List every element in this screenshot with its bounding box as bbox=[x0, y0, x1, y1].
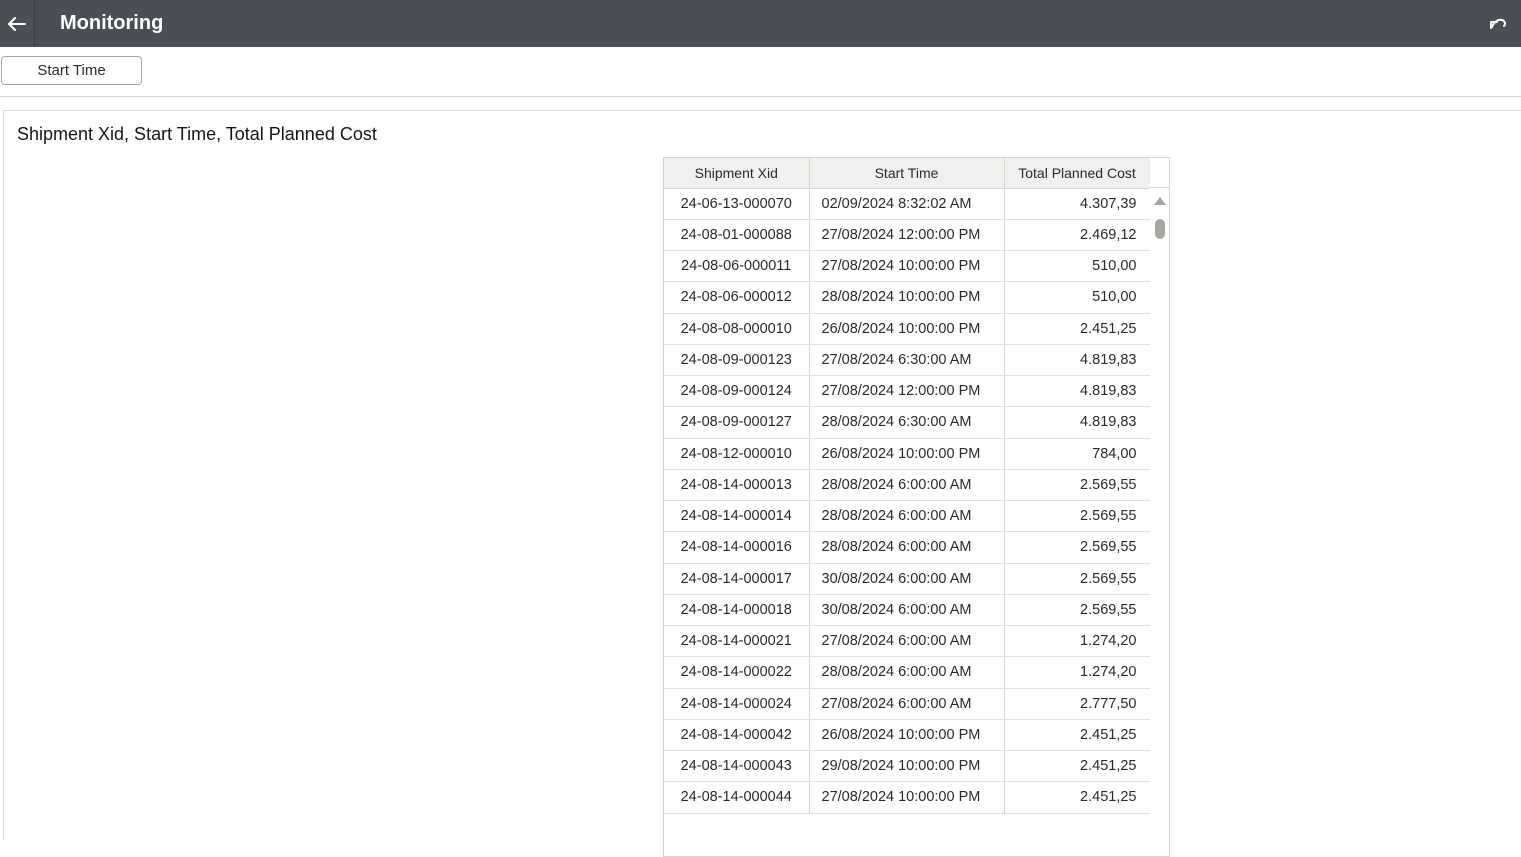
cell-start-time: 28/08/2024 6:00:00 AM bbox=[809, 531, 1005, 564]
cell-shipment-xid: 24-08-14-000018 bbox=[664, 594, 810, 627]
cell-total-planned-cost: 2.569,55 bbox=[1004, 531, 1151, 564]
triangle-up-icon[interactable] bbox=[1154, 197, 1166, 205]
cell-shipment-xid: 24-08-01-000088 bbox=[664, 219, 810, 252]
cell-total-planned-cost: 510,00 bbox=[1004, 281, 1151, 314]
cell-shipment-xid: 24-06-13-000070 bbox=[664, 188, 810, 220]
cell-total-planned-cost: 4.307,39 bbox=[1004, 188, 1151, 220]
cell-start-time: 30/08/2024 6:00:00 AM bbox=[809, 594, 1005, 627]
table-row[interactable]: 24-08-06-000011 27/08/2024 10:00:00 PM 510… bbox=[664, 250, 1151, 283]
cell-shipment-xid: 24-08-14-000013 bbox=[664, 469, 810, 502]
column-header-shipment-xid[interactable]: Shipment Xid bbox=[664, 158, 810, 189]
table-row[interactable]: 24-08-01-000088 27/08/2024 12:00:00 PM 2.4… bbox=[664, 219, 1151, 252]
table-row[interactable]: 24-08-14-000018 30/08/2024 6:00:00 AM 2.56… bbox=[664, 594, 1151, 627]
cell-start-time: 26/08/2024 10:00:00 PM bbox=[809, 719, 1005, 752]
cell-start-time: 27/08/2024 12:00:00 PM bbox=[809, 219, 1005, 252]
filter-bar: Start Time bbox=[0, 47, 1521, 97]
cell-start-time: 28/08/2024 6:00:00 AM bbox=[809, 469, 1005, 502]
cell-total-planned-cost: 4.819,83 bbox=[1004, 344, 1151, 377]
cell-total-planned-cost: 1.274,20 bbox=[1004, 656, 1151, 689]
table-row[interactable]: 24-06-13-000070 02/09/2024 8:32:02 AM 4.30… bbox=[664, 188, 1151, 220]
undo-icon bbox=[1490, 18, 1507, 29]
cell-total-planned-cost: 2.569,55 bbox=[1004, 594, 1151, 627]
back-button[interactable] bbox=[0, 0, 35, 47]
cell-total-planned-cost: 2.569,55 bbox=[1004, 500, 1151, 533]
cell-shipment-xid: 24-08-08-000010 bbox=[664, 313, 810, 345]
cell-shipment-xid: 24-08-06-000012 bbox=[664, 281, 810, 314]
cell-shipment-xid: 24-08-14-000016 bbox=[664, 531, 810, 564]
undo-button[interactable] bbox=[1487, 13, 1509, 33]
cell-total-planned-cost: 510,00 bbox=[1004, 250, 1151, 283]
data-table: Shipment Xid Start Time Total Planned Co… bbox=[663, 157, 1170, 857]
page-title: Monitoring bbox=[60, 12, 164, 34]
cell-shipment-xid: 24-08-09-000127 bbox=[664, 406, 810, 439]
cell-start-time: 27/08/2024 6:00:00 AM bbox=[809, 688, 1005, 720]
cell-start-time: 27/08/2024 6:30:00 AM bbox=[809, 344, 1005, 377]
report-panel: Shipment Xid, Start Time, Total Planned … bbox=[3, 110, 1521, 857]
table-row[interactable]: 24-08-14-000024 27/08/2024 6:00:00 AM 2.77… bbox=[664, 688, 1151, 720]
table-row[interactable]: 24-08-09-000127 28/08/2024 6:30:00 AM 4.81… bbox=[664, 406, 1151, 439]
cell-shipment-xid: 24-08-14-000024 bbox=[664, 688, 810, 720]
cell-total-planned-cost: 2.569,55 bbox=[1004, 563, 1151, 595]
table-row[interactable]: 24-08-14-000014 28/08/2024 6:00:00 AM 2.56… bbox=[664, 500, 1151, 533]
cell-start-time: 28/08/2024 6:00:00 AM bbox=[809, 656, 1005, 689]
table-row[interactable]: 24-08-14-000016 28/08/2024 6:00:00 AM 2.56… bbox=[664, 531, 1151, 564]
cell-total-planned-cost: 1.274,20 bbox=[1004, 625, 1151, 658]
table-row[interactable]: 24-08-14-000042 26/08/2024 10:00:00 PM 2.4… bbox=[664, 719, 1151, 752]
cell-start-time: 29/08/2024 10:00:00 PM bbox=[809, 750, 1005, 783]
cell-total-planned-cost: 2.569,55 bbox=[1004, 469, 1151, 502]
cell-start-time: 27/08/2024 10:00:00 PM bbox=[809, 250, 1005, 283]
table-row[interactable]: 24-08-14-000043 29/08/2024 10:00:00 PM 2.4… bbox=[664, 750, 1151, 783]
cell-start-time: 28/08/2024 10:00:00 PM bbox=[809, 281, 1005, 314]
cell-start-time: 26/08/2024 10:00:00 PM bbox=[809, 313, 1005, 345]
table-row[interactable]: 24-08-14-000013 28/08/2024 6:00:00 AM 2.56… bbox=[664, 469, 1151, 502]
table-header-row: Shipment Xid Start Time Total Planned Co… bbox=[664, 158, 1151, 189]
table-row[interactable]: 24-08-14-000044 27/08/2024 10:00:00 PM 2.4… bbox=[664, 781, 1151, 814]
cell-start-time: 27/08/2024 12:00:00 PM bbox=[809, 375, 1005, 408]
header-corner bbox=[1150, 158, 1169, 188]
table-row[interactable]: 24-08-12-000010 26/08/2024 10:00:00 PM 784… bbox=[664, 438, 1151, 470]
table-row[interactable]: 24-08-09-000124 27/08/2024 12:00:00 PM 4.8… bbox=[664, 375, 1151, 408]
column-header-total-planned-cost[interactable]: Total Planned Cost bbox=[1004, 158, 1151, 189]
arrow-left-icon bbox=[8, 16, 26, 31]
cell-start-time: 27/08/2024 10:00:00 PM bbox=[809, 781, 1005, 814]
cell-total-planned-cost: 784,00 bbox=[1004, 438, 1151, 470]
column-header-start-time[interactable]: Start Time bbox=[809, 158, 1005, 189]
scroll-thumb[interactable] bbox=[1155, 219, 1165, 239]
cell-shipment-xid: 24-08-14-000021 bbox=[664, 625, 810, 658]
table-row[interactable]: 24-08-06-000012 28/08/2024 10:00:00 PM 510… bbox=[664, 281, 1151, 314]
cell-start-time: 30/08/2024 6:00:00 AM bbox=[809, 563, 1005, 595]
table-row[interactable]: 24-08-14-000022 28/08/2024 6:00:00 AM 1.27… bbox=[664, 656, 1151, 689]
vertical-scrollbar[interactable] bbox=[1150, 188, 1169, 856]
cell-start-time: 02/09/2024 8:32:02 AM bbox=[809, 188, 1005, 220]
cell-total-planned-cost: 2.451,25 bbox=[1004, 313, 1151, 345]
cell-shipment-xid: 24-08-12-000010 bbox=[664, 438, 810, 470]
cell-start-time: 27/08/2024 6:00:00 AM bbox=[809, 625, 1005, 658]
cell-shipment-xid: 24-08-06-000011 bbox=[664, 250, 810, 283]
cell-shipment-xid: 24-08-14-000017 bbox=[664, 563, 810, 595]
table-row[interactable]: 24-08-14-000017 30/08/2024 6:00:00 AM 2.56… bbox=[664, 563, 1151, 595]
cell-shipment-xid: 24-08-14-000022 bbox=[664, 656, 810, 689]
table-row[interactable]: 24-08-14-000021 27/08/2024 6:00:00 AM 1.27… bbox=[664, 625, 1151, 658]
cell-total-planned-cost: 2.469,12 bbox=[1004, 219, 1151, 252]
cell-shipment-xid: 24-08-14-000043 bbox=[664, 750, 810, 783]
cell-start-time: 28/08/2024 6:00:00 AM bbox=[809, 500, 1005, 533]
cell-shipment-xid: 24-08-14-000042 bbox=[664, 719, 810, 752]
table-row[interactable]: 24-08-08-000010 26/08/2024 10:00:00 PM 2.4… bbox=[664, 313, 1151, 345]
cell-total-planned-cost: 2.451,25 bbox=[1004, 719, 1151, 752]
cell-total-planned-cost: 2.777,50 bbox=[1004, 688, 1151, 720]
app-header: Monitoring bbox=[0, 0, 1521, 47]
panel-title: Shipment Xid, Start Time, Total Planned … bbox=[17, 124, 377, 144]
cell-start-time: 28/08/2024 6:30:00 AM bbox=[809, 406, 1005, 439]
cell-start-time: 26/08/2024 10:00:00 PM bbox=[809, 438, 1005, 470]
cell-total-planned-cost: 4.819,83 bbox=[1004, 375, 1151, 408]
cell-total-planned-cost: 2.451,25 bbox=[1004, 750, 1151, 783]
cell-total-planned-cost: 2.451,25 bbox=[1004, 781, 1151, 814]
cell-shipment-xid: 24-08-14-000044 bbox=[664, 781, 810, 814]
cell-total-planned-cost: 4.819,83 bbox=[1004, 406, 1151, 439]
cell-shipment-xid: 24-08-14-000014 bbox=[664, 500, 810, 533]
cell-shipment-xid: 24-08-09-000124 bbox=[664, 375, 810, 408]
start-time-filter-button[interactable]: Start Time bbox=[1, 56, 142, 85]
cell-shipment-xid: 24-08-09-000123 bbox=[664, 344, 810, 377]
table-row[interactable]: 24-08-09-000123 27/08/2024 6:30:00 AM 4.81… bbox=[664, 344, 1151, 377]
